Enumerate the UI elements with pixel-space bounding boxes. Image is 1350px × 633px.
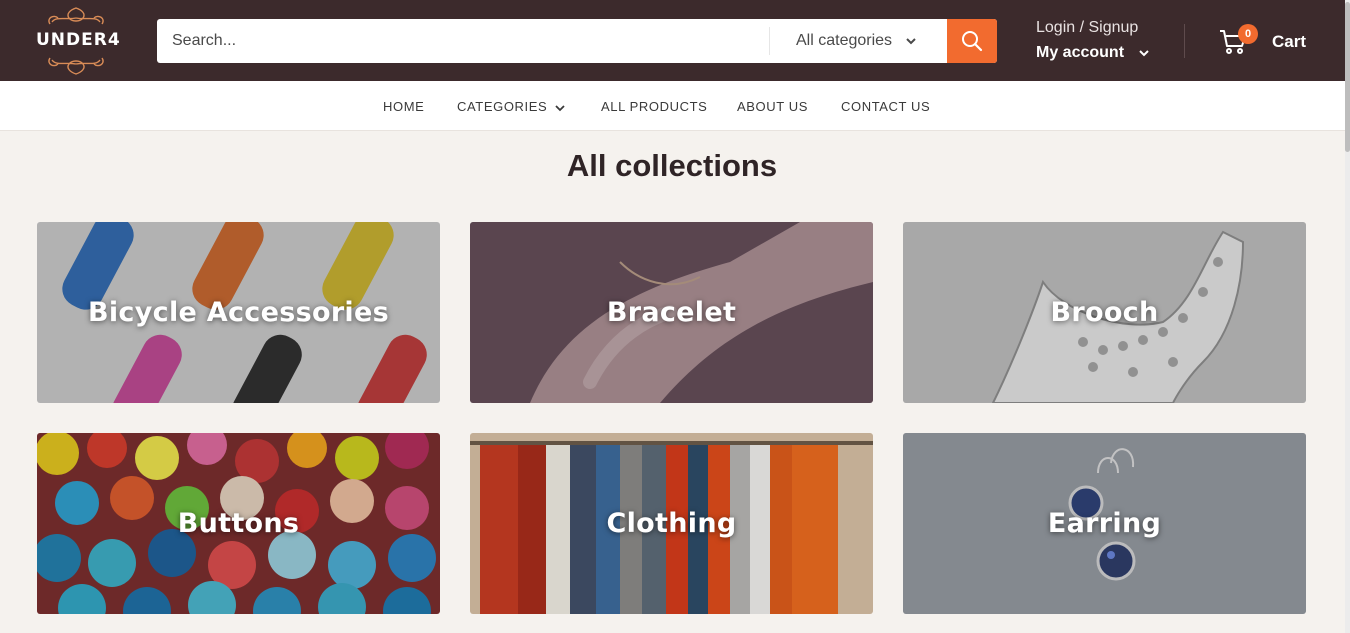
chevron-down-icon bbox=[906, 38, 916, 45]
nav-categories[interactable]: CATEGORIES bbox=[457, 99, 569, 114]
collection-label: Buttons bbox=[177, 508, 300, 539]
search-input[interactable] bbox=[157, 19, 769, 63]
collection-label: Bracelet bbox=[606, 297, 737, 328]
nav-about-us[interactable]: ABOUT US bbox=[737, 99, 808, 114]
category-select-label: All categories bbox=[796, 32, 893, 49]
collection-label: Earring bbox=[1047, 508, 1162, 539]
brand-logo[interactable]: UNDER4 bbox=[36, 4, 121, 78]
collection-card-bracelet[interactable]: Bracelet bbox=[470, 222, 873, 403]
collection-label: Brooch bbox=[1050, 297, 1159, 328]
my-account-label[interactable]: My account bbox=[1036, 44, 1124, 62]
nav-categories-label: CATEGORIES bbox=[457, 99, 548, 114]
main-nav: HOME CATEGORIES ALL PRODUCTS ABOUT US CO… bbox=[0, 81, 1350, 131]
chevron-down-icon bbox=[555, 105, 565, 112]
cart-button[interactable]: 0 Cart bbox=[1218, 24, 1318, 60]
collection-label: Clothing bbox=[606, 508, 737, 539]
account-menu[interactable]: Login / Signup My account bbox=[1036, 17, 1176, 63]
header-divider bbox=[1184, 24, 1185, 58]
collection-card-bicycle-accessories[interactable]: Bicycle Accessories bbox=[37, 222, 440, 403]
nav-home[interactable]: HOME bbox=[383, 99, 424, 114]
cart-label: Cart bbox=[1272, 32, 1307, 51]
collection-label: Bicycle Accessories bbox=[88, 297, 389, 328]
site-header: UNDER4 All categories Login / Signup My … bbox=[0, 0, 1350, 81]
logo-text: UNDER4 bbox=[36, 30, 121, 50]
search-button[interactable] bbox=[947, 19, 997, 63]
collection-card-clothing[interactable]: Clothing bbox=[470, 433, 873, 614]
page-title: All collections bbox=[566, 148, 778, 183]
nav-all-products[interactable]: ALL PRODUCTS bbox=[601, 99, 707, 114]
scrollbar-thumb[interactable] bbox=[1345, 2, 1350, 152]
search-bar: All categories bbox=[157, 19, 997, 63]
page-scrollbar[interactable] bbox=[1345, 0, 1350, 633]
nav-contact-us[interactable]: CONTACT US bbox=[841, 99, 930, 114]
login-signup-link[interactable]: Login / Signup bbox=[1036, 19, 1138, 37]
cart-count-badge: 0 bbox=[1238, 24, 1258, 44]
category-select[interactable]: All categories bbox=[769, 27, 947, 55]
search-icon bbox=[962, 31, 983, 52]
chevron-down-icon bbox=[1139, 50, 1149, 57]
collection-card-earring[interactable]: Earring bbox=[903, 433, 1306, 614]
collection-card-buttons[interactable]: Buttons bbox=[37, 433, 440, 614]
collection-card-brooch[interactable]: Brooch bbox=[903, 222, 1306, 403]
